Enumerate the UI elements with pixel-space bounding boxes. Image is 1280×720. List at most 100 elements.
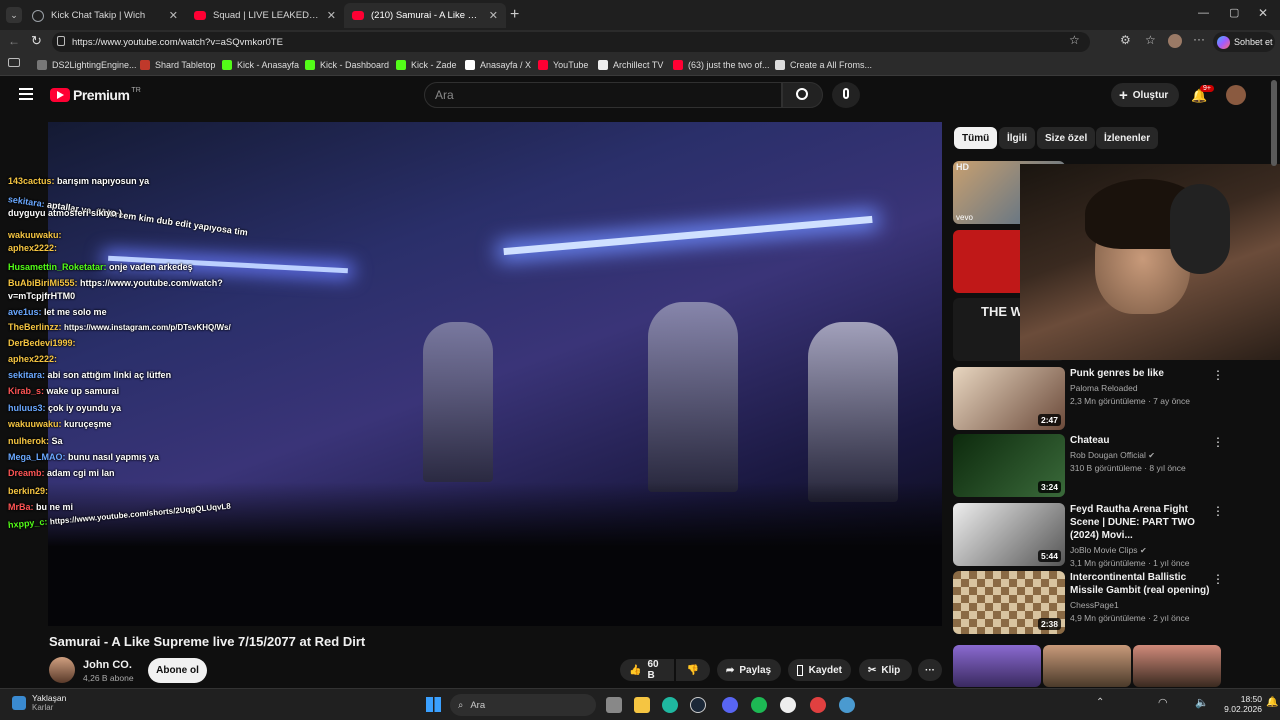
youtube-icon <box>352 11 364 20</box>
bookmark-youtube[interactable]: YouTube <box>538 57 588 72</box>
mic-icon <box>843 88 849 99</box>
chip-all[interactable]: Tümü <box>954 127 998 149</box>
window-close-button[interactable]: ✕ <box>1258 6 1268 20</box>
windows-start-icon[interactable] <box>426 697 441 712</box>
unreal-icon[interactable] <box>780 697 796 713</box>
recommendation-info[interactable]: Feyd Rautha Arena Fight Scene | DUNE: PA… <box>1070 503 1210 570</box>
shorts-thumbnail[interactable] <box>1043 645 1131 687</box>
spotify-icon[interactable] <box>751 697 767 713</box>
recommendation-info[interactable]: Punk genres be like Paloma Reloaded 2,3 … <box>1070 367 1210 408</box>
discord-icon[interactable] <box>722 697 738 713</box>
taskbar-search[interactable]: ⌕ Ara <box>450 694 596 716</box>
recommendation-info[interactable]: Intercontinental Ballistic Missile Gambi… <box>1070 571 1210 625</box>
more-actions-button[interactable]: ··· <box>918 659 942 681</box>
kebab-menu-icon[interactable]: ⋮ <box>1212 572 1224 586</box>
globe-icon <box>32 9 44 22</box>
task-view-icon[interactable] <box>606 697 622 713</box>
file-explorer-icon[interactable] <box>634 697 650 713</box>
share-button[interactable]: ➦ Paylaş <box>717 659 781 681</box>
recommendation-info[interactable]: Chateau Rob Dougan Official ✔ 310 B görü… <box>1070 434 1210 475</box>
x-icon <box>465 59 475 70</box>
clock[interactable]: 18:50 9.02.2026 <box>1222 694 1262 714</box>
weather-widget[interactable]: Yaklaşan Karlar <box>12 693 66 712</box>
steam-icon[interactable] <box>690 697 706 713</box>
bookmark-create-forms[interactable]: Create a All Froms... <box>775 57 872 72</box>
chat-overlay: 143cactus: barışım napıyosun ya sekitara… <box>6 176 248 536</box>
bookmark-kick-dashboard[interactable]: Kick - Dashboard <box>305 57 389 72</box>
extensions-icon[interactable]: ⚙ <box>1120 33 1131 47</box>
chat-line: huluus3: çok iy oyundu ya <box>8 403 122 413</box>
kebab-menu-icon[interactable]: ⋮ <box>1212 504 1224 518</box>
notifications-icon[interactable]: 🔔 <box>1266 697 1278 708</box>
shorts-thumbnail[interactable] <box>953 645 1041 687</box>
tab-kick-chat[interactable]: Kick Chat Takip | Wich ✕ <box>24 3 186 28</box>
reload-icon[interactable]: ↻ <box>31 33 42 49</box>
search-button[interactable] <box>782 82 823 108</box>
tab-squad[interactable]: Squad | LIVE LEAKED Insurgent Fo ✕ <box>186 3 344 28</box>
chip-for-you[interactable]: Size özel <box>1037 127 1096 149</box>
save-button[interactable]: Kaydet <box>788 659 851 681</box>
bookmark-icon <box>140 59 150 70</box>
wifi-icon[interactable]: ◠ <box>1158 696 1168 709</box>
dislike-button[interactable]: 👎 <box>676 659 710 681</box>
clip-button[interactable]: ✂ Klip <box>859 659 912 681</box>
like-button[interactable]: 👍 60 B <box>620 659 674 681</box>
tab-list-button[interactable]: ⌄ <box>6 7 22 23</box>
account-avatar[interactable] <box>1226 85 1246 105</box>
recommendation-thumbnail[interactable]: 2:38 <box>953 571 1065 634</box>
volume-icon[interactable]: 🔈 <box>1195 696 1209 709</box>
channel-name[interactable]: John CO. <box>83 659 132 671</box>
kebab-menu-icon[interactable]: ⋮ <box>1212 368 1224 382</box>
menu-icon[interactable] <box>19 88 33 100</box>
close-icon[interactable]: ✕ <box>169 9 178 22</box>
chat-line: sekitara: abi son attığım linki aç lütfe… <box>8 370 172 380</box>
youtube-logo[interactable]: Premium TR <box>50 87 141 103</box>
bookmark-kick-zade[interactable]: Kick - Zade <box>396 57 457 72</box>
scrollbar[interactable] <box>1271 80 1277 166</box>
chip-related[interactable]: İlgili <box>999 127 1035 149</box>
search-input[interactable]: Ara <box>424 82 782 108</box>
channel-avatar[interactable] <box>49 657 75 683</box>
bookmark-just-the-two[interactable]: (63) just the two of... <box>673 57 770 72</box>
recommendation-thumbnail[interactable]: 5:44 <box>953 503 1065 566</box>
app-icon[interactable] <box>839 697 855 713</box>
close-icon[interactable]: ✕ <box>489 9 498 22</box>
minimize-button[interactable]: — <box>1198 7 1209 19</box>
kebab-menu-icon[interactable]: ⋮ <box>1212 435 1224 449</box>
bookmark-shard[interactable]: Shard Tabletop <box>140 57 215 72</box>
system-tray-chevron-icon[interactable]: ⌃ <box>1096 697 1104 708</box>
chat-line: v=mTcpjfrHTM0 <box>8 291 76 301</box>
copilot-chat-button[interactable]: Sohbet et <box>1213 32 1275 52</box>
bookmark-archillect[interactable]: Archillect TV <box>598 57 663 72</box>
url-input[interactable]: https://www.youtube.com/watch?v=aSQvmkor… <box>52 32 1090 52</box>
chat-line: 143cactus: barışım napıyosun ya <box>8 176 150 186</box>
subscribe-button[interactable]: Abone ol <box>148 658 207 683</box>
back-icon[interactable]: ← <box>8 34 20 48</box>
mic-button[interactable] <box>832 82 860 108</box>
bookmark-kick-anasayfa[interactable]: Kick - Anasayfa <box>222 57 299 72</box>
restore-button[interactable]: ▢ <box>1229 6 1239 19</box>
recommendation-thumbnail[interactable]: 3:24 <box>953 434 1065 497</box>
new-tab-button[interactable]: + <box>510 6 519 24</box>
recommendation-thumbnail[interactable]: 2:47 <box>953 367 1065 430</box>
star-icon[interactable]: ☆ <box>1069 33 1080 47</box>
musician-left <box>423 322 493 482</box>
kick-icon <box>222 59 232 70</box>
favorites-icon[interactable]: ☆ <box>1145 33 1156 47</box>
close-icon[interactable]: ✕ <box>327 9 336 22</box>
edge-icon[interactable] <box>662 697 678 713</box>
bookmark-x[interactable]: Anasayfa / X <box>465 57 531 72</box>
tab-samurai[interactable]: (210) Samurai - A Like Supreme li ✕ <box>344 3 506 28</box>
profile-avatar[interactable] <box>1168 34 1182 48</box>
chip-watched[interactable]: İzlenenler <box>1096 127 1159 149</box>
reading-list-icon[interactable] <box>8 58 20 67</box>
chat-line: nulherok: Sa <box>8 436 63 446</box>
more-icon[interactable]: ··· <box>1193 32 1205 46</box>
bookmark-ds2[interactable]: DS2LightingEngine... <box>37 57 137 72</box>
app-icon[interactable] <box>810 697 826 713</box>
shorts-thumbnail[interactable] <box>1133 645 1221 687</box>
chat-line: wakuuwaku: kuruçeşme <box>8 419 112 429</box>
create-button[interactable]: + Oluştur <box>1111 83 1179 107</box>
plus-icon: + <box>1119 86 1128 104</box>
share-icon: ➦ <box>726 664 735 676</box>
